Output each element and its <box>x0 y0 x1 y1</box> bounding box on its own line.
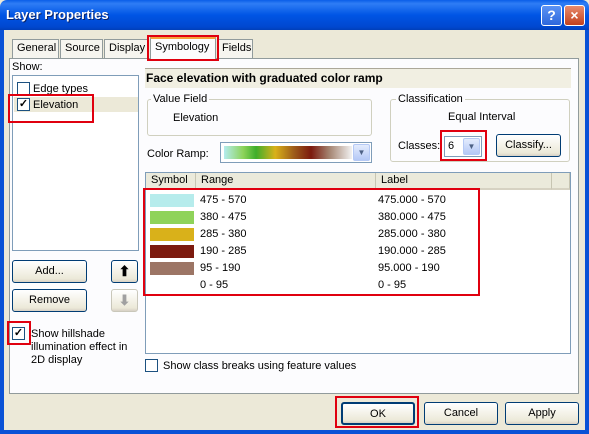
color-ramp-combo[interactable]: ▼ <box>220 142 372 163</box>
help-icon: ? <box>547 7 556 23</box>
table-row[interactable]: 190 - 285 190.000 - 285 <box>146 243 570 260</box>
arrow-up-icon: ⬆ <box>118 263 131 279</box>
classification-title: Classification <box>396 93 465 105</box>
value-field-title: Value Field <box>151 93 210 105</box>
show-item-elevation[interactable]: ✓ Elevation <box>14 97 138 112</box>
classes-label: Classes: <box>398 140 441 152</box>
cancel-button[interactable]: Cancel <box>424 402 498 425</box>
column-header-label[interactable]: Label <box>376 173 552 190</box>
classes-combo[interactable]: 6 ▼ <box>444 136 482 157</box>
label-cell: 0 - 95 <box>378 279 407 291</box>
table-row[interactable]: 475 - 570 475.000 - 570 <box>146 192 570 209</box>
add-button[interactable]: Add... <box>12 260 87 283</box>
elevation-checkbox[interactable]: ✓ <box>17 98 30 111</box>
class-table[interactable]: Symbol Range Label 475 - 570 475.000 - 5… <box>145 172 571 354</box>
tab-display-label: Display <box>109 42 146 54</box>
range-cell: 0 - 95 <box>200 279 229 291</box>
hillshade-label-line: Show hillshade <box>31 328 105 340</box>
tab-general-label: General <box>17 42 57 54</box>
color-ramp-swatch <box>224 146 352 159</box>
label-cell: 95.000 - 190 <box>378 262 440 274</box>
classes-value: 6 <box>448 140 455 152</box>
classify-button[interactable]: Classify... <box>496 134 561 157</box>
show-label: Show: <box>12 61 43 73</box>
show-item-label: Edge types <box>33 82 89 95</box>
column-header-range[interactable]: Range <box>196 173 376 190</box>
label-cell: 190.000 - 285 <box>378 245 446 257</box>
range-cell: 285 - 380 <box>200 228 247 240</box>
label-cell: 380.000 - 475 <box>378 211 446 223</box>
arrow-down-icon: ⬇ <box>118 292 131 308</box>
range-cell: 380 - 475 <box>200 211 247 223</box>
label-cell: 475.000 - 570 <box>378 194 446 206</box>
show-breaks-label: Show class breaks using feature values <box>163 359 357 372</box>
move-down-button[interactable]: ⬇ <box>111 289 138 312</box>
hillshade-label-line: illumination effect in <box>31 341 128 353</box>
move-up-button[interactable]: ⬆ <box>111 260 138 283</box>
tab-source[interactable]: Source <box>60 39 103 58</box>
show-list[interactable]: Edge types ✓ Elevation <box>12 75 139 251</box>
classification-method: Equal Interval <box>448 111 516 123</box>
tab-display[interactable]: Display <box>104 39 149 58</box>
chevron-down-icon[interactable]: ▼ <box>463 138 480 155</box>
show-item-label: Elevation <box>33 98 79 111</box>
chevron-down-icon[interactable]: ▼ <box>353 144 370 161</box>
symbol-swatch[interactable] <box>150 211 194 224</box>
symbol-swatch[interactable] <box>150 262 194 275</box>
edge-types-checkbox[interactable] <box>17 82 30 95</box>
symbol-swatch[interactable] <box>150 279 194 292</box>
tab-general[interactable]: General <box>12 39 59 58</box>
close-icon: × <box>570 7 579 23</box>
tab-fields-label: Fields <box>222 42 252 54</box>
ok-button[interactable]: OK <box>341 402 415 425</box>
table-row[interactable]: 0 - 95 0 - 95 <box>146 277 570 294</box>
column-header-symbol[interactable]: Symbol <box>146 173 196 190</box>
tab-fields[interactable]: Fields <box>217 39 253 58</box>
value-field-value: Elevation <box>173 112 219 124</box>
range-cell: 95 - 190 <box>200 262 241 274</box>
range-cell: 190 - 285 <box>200 245 247 257</box>
color-ramp-label: Color Ramp: <box>147 148 209 160</box>
tab-symbology[interactable]: Symbology <box>150 37 216 59</box>
symbol-swatch[interactable] <box>150 194 194 207</box>
symbol-swatch[interactable] <box>150 245 194 258</box>
help-button[interactable]: ? <box>541 5 562 26</box>
label-cell: 285.000 - 380 <box>378 228 446 240</box>
table-row[interactable]: 285 - 380 285.000 - 380 <box>146 226 570 243</box>
window-frame-bottom <box>0 430 589 434</box>
hillshade-label: Show hillshade illumination effect in 2D… <box>31 328 127 367</box>
show-breaks-option[interactable]: Show class breaks using feature values <box>145 359 356 372</box>
title-bar: Layer Properties ? × <box>0 0 589 30</box>
close-button[interactable]: × <box>564 5 585 26</box>
table-row[interactable]: 95 - 190 95.000 - 190 <box>146 260 570 277</box>
window-frame-right <box>585 30 589 434</box>
window-frame-left <box>0 30 4 434</box>
symbology-heading: Face elevation with graduated color ramp <box>145 68 571 88</box>
hillshade-label-line: 2D display <box>31 354 83 366</box>
hillshade-checkbox[interactable]: ✓ <box>12 327 25 340</box>
show-breaks-checkbox[interactable] <box>145 359 158 372</box>
apply-button[interactable]: Apply <box>505 402 579 425</box>
tab-symbology-label: Symbology <box>155 41 210 53</box>
range-cell: 475 - 570 <box>200 194 247 206</box>
symbol-swatch[interactable] <box>150 228 194 241</box>
column-header-filler <box>552 173 570 190</box>
table-row[interactable]: 380 - 475 380.000 - 475 <box>146 209 570 226</box>
remove-button[interactable]: Remove <box>12 289 87 312</box>
window-title: Layer Properties <box>6 7 109 22</box>
show-item-edge-types[interactable]: Edge types <box>17 81 88 96</box>
tab-source-label: Source <box>65 42 100 54</box>
